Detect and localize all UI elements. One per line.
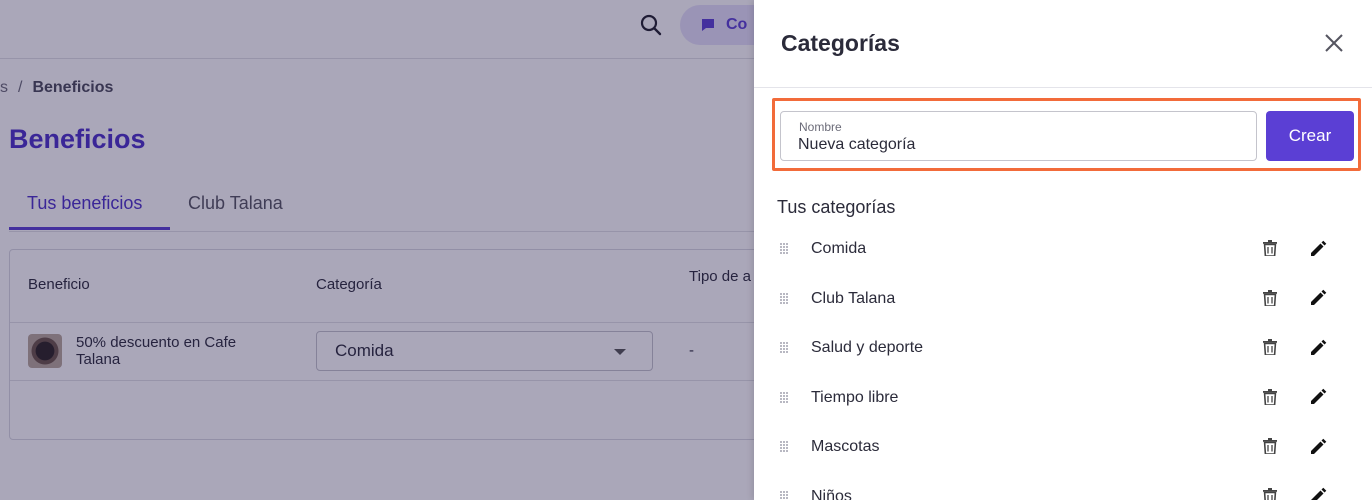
delete-category-button[interactable] [1260,436,1280,456]
trash-icon [1263,289,1277,306]
category-row: Comida [754,224,1372,274]
category-name: Mascotas [811,438,880,455]
edit-category-button[interactable] [1308,486,1328,500]
category-name: Niños [811,487,852,500]
category-row: Niños [754,472,1372,500]
name-input[interactable] [798,135,1238,155]
delete-category-button[interactable] [1260,486,1280,500]
drag-handle-icon[interactable] [780,243,790,255]
close-icon [1325,34,1343,52]
category-row: Club Talana [754,274,1372,324]
drag-handle-icon[interactable] [780,441,790,453]
panel-title: Categorías [781,30,900,56]
trash-icon [1263,339,1277,355]
category-name: Comida [811,240,867,257]
drag-handle-icon[interactable] [780,490,790,500]
edit-category-button[interactable] [1308,238,1328,258]
edit-category-button[interactable] [1308,436,1328,456]
trash-icon [1263,438,1277,454]
categories-panel: Categorías Nombre Crear Tus categorías C… [754,0,1372,500]
edit-category-button[interactable] [1308,387,1328,407]
trash-icon [1263,487,1277,500]
category-row: Mascotas [754,422,1372,472]
delete-category-button[interactable] [1260,288,1280,308]
category-name: Salud y deporte [811,339,924,356]
pencil-icon [1310,289,1326,305]
delete-category-button[interactable] [1260,337,1280,357]
delete-category-button[interactable] [1260,238,1280,258]
name-field[interactable]: Nombre [780,111,1257,161]
panel-header: Categorías [754,0,1372,88]
trash-icon [1263,388,1277,405]
categories-list: Comida Club Talana Salud y deporte Tiempo l… [754,224,1372,500]
category-row: Salud y deporte [754,323,1372,373]
edit-category-button[interactable] [1308,337,1328,357]
create-button[interactable]: Crear [1266,111,1354,161]
edit-category-button[interactable] [1308,288,1328,308]
pencil-icon [1310,240,1326,256]
drag-handle-icon[interactable] [780,391,790,404]
pencil-icon [1310,438,1326,454]
categories-list-heading: Tus categorías [777,197,896,217]
name-field-label: Nombre [799,120,842,134]
category-name: Tiempo libre [811,388,899,406]
modal-backdrop[interactable] [0,0,754,500]
category-row: Tiempo libre [754,373,1372,423]
pencil-icon [1310,487,1326,500]
pencil-icon [1310,388,1326,404]
delete-category-button[interactable] [1260,387,1280,407]
drag-handle-icon[interactable] [780,292,790,305]
pencil-icon [1310,339,1326,355]
create-category-form: Nombre Crear [772,98,1361,171]
category-name: Club Talana [811,289,896,307]
close-button[interactable] [1322,31,1346,55]
drag-handle-icon[interactable] [780,342,790,354]
trash-icon [1263,240,1277,256]
